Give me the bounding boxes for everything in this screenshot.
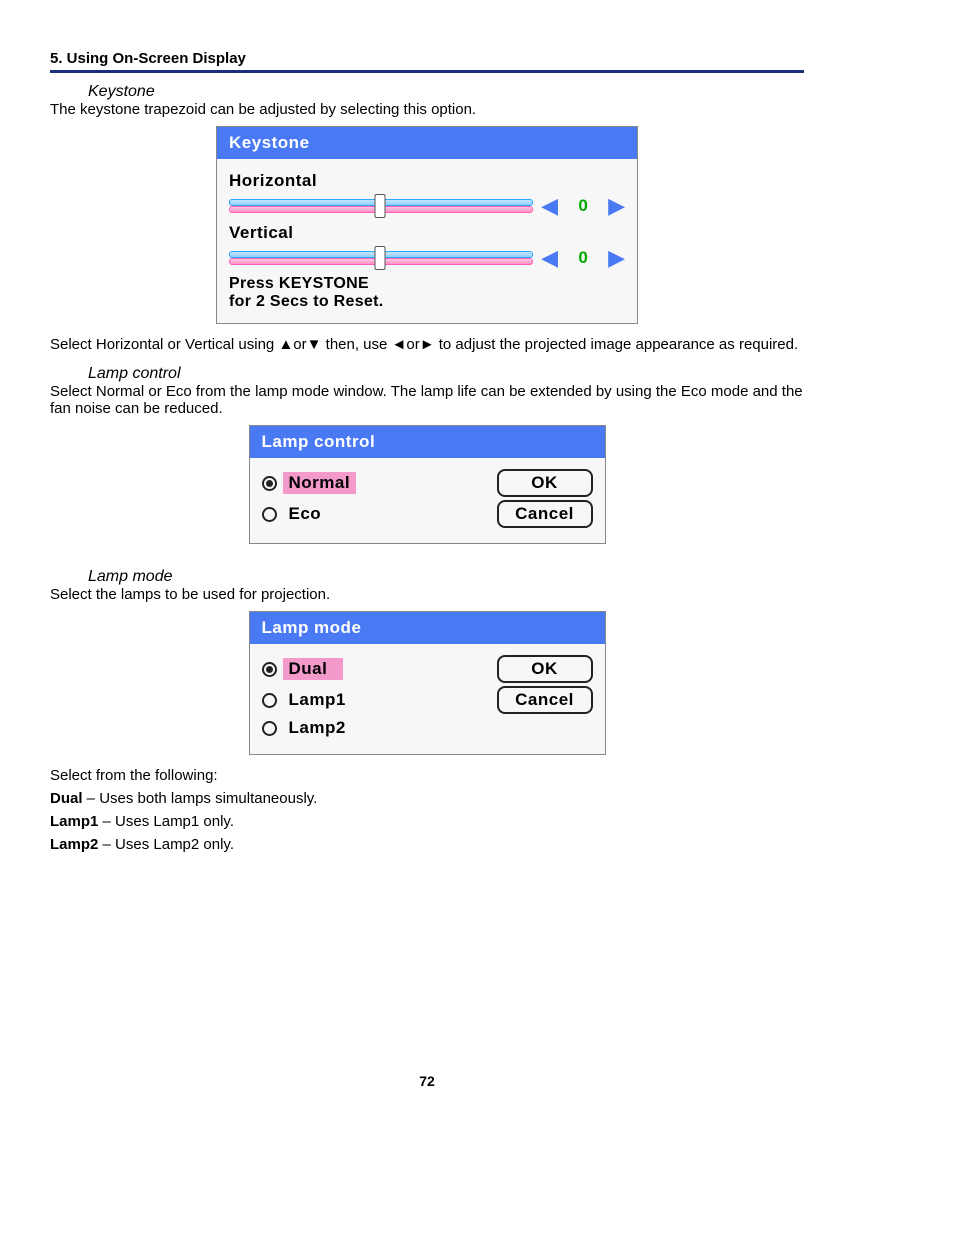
chevron-right-icon[interactable]: ▶ — [608, 195, 625, 217]
keystone-intro: The keystone trapezoid can be adjusted b… — [50, 101, 804, 118]
chevron-right-icon[interactable]: ▶ — [608, 247, 625, 269]
lampmode-window: Lamp mode Dual OK Lamp1 Cancel Lamp2 — [249, 611, 606, 755]
lampcontrol-intro: Select Normal or Eco from the lamp mode … — [50, 383, 804, 417]
lampmode-subheading: Lamp mode — [88, 568, 804, 586]
lampcontrol-titlebar: Lamp control — [250, 426, 605, 458]
keystone-window: Keystone Horizontal ◀ 0 ▶ Vertical ◀ 0 ▶… — [216, 126, 638, 324]
keystone-subheading: Keystone — [88, 83, 804, 101]
horizontal-label: Horizontal — [229, 171, 625, 191]
radio-normal[interactable] — [262, 476, 277, 491]
cancel-button[interactable]: Cancel — [497, 686, 593, 714]
chevron-left-icon[interactable]: ◀ — [541, 195, 558, 217]
section-heading: 5. Using On-Screen Display — [50, 50, 804, 73]
vertical-slider[interactable] — [229, 249, 531, 267]
followup-lead: Select from the following: — [50, 767, 804, 784]
ok-button[interactable]: OK — [497, 469, 593, 497]
lampmode-titlebar: Lamp mode — [250, 612, 605, 644]
radio-eco[interactable] — [262, 507, 277, 522]
vertical-label: Vertical — [229, 223, 625, 243]
option-dual[interactable]: Dual — [283, 658, 343, 680]
radio-dual[interactable] — [262, 662, 277, 677]
keystone-instruction: Select Horizontal or Vertical using ▲or▼… — [50, 336, 804, 353]
reset-hint-line2: for 2 Secs to Reset. — [229, 293, 625, 311]
lampcontrol-subheading: Lamp control — [88, 365, 804, 383]
lampcontrol-window: Lamp control Normal OK Eco Cancel — [249, 425, 606, 544]
horizontal-slider[interactable] — [229, 197, 531, 215]
cancel-button[interactable]: Cancel — [497, 500, 593, 528]
radio-lamp1[interactable] — [262, 693, 277, 708]
keystone-titlebar: Keystone — [217, 127, 637, 159]
reset-hint-line1: Press KEYSTONE — [229, 275, 625, 293]
desc-lamp2: Lamp2 – Uses Lamp2 only. — [50, 836, 804, 853]
option-normal[interactable]: Normal — [283, 472, 357, 494]
desc-dual: Dual – Uses both lamps simultaneously. — [50, 790, 804, 807]
ok-button[interactable]: OK — [497, 655, 593, 683]
option-lamp1[interactable]: Lamp1 — [283, 689, 352, 711]
radio-lamp2[interactable] — [262, 721, 277, 736]
chevron-left-icon[interactable]: ◀ — [541, 247, 558, 269]
desc-lamp1: Lamp1 – Uses Lamp1 only. — [50, 813, 804, 830]
option-lamp2[interactable]: Lamp2 — [283, 717, 352, 739]
option-eco[interactable]: Eco — [283, 503, 343, 525]
page-number: 72 — [50, 1073, 804, 1089]
vertical-value: 0 — [562, 248, 604, 268]
lampmode-intro: Select the lamps to be used for projecti… — [50, 586, 804, 603]
horizontal-value: 0 — [562, 196, 604, 216]
